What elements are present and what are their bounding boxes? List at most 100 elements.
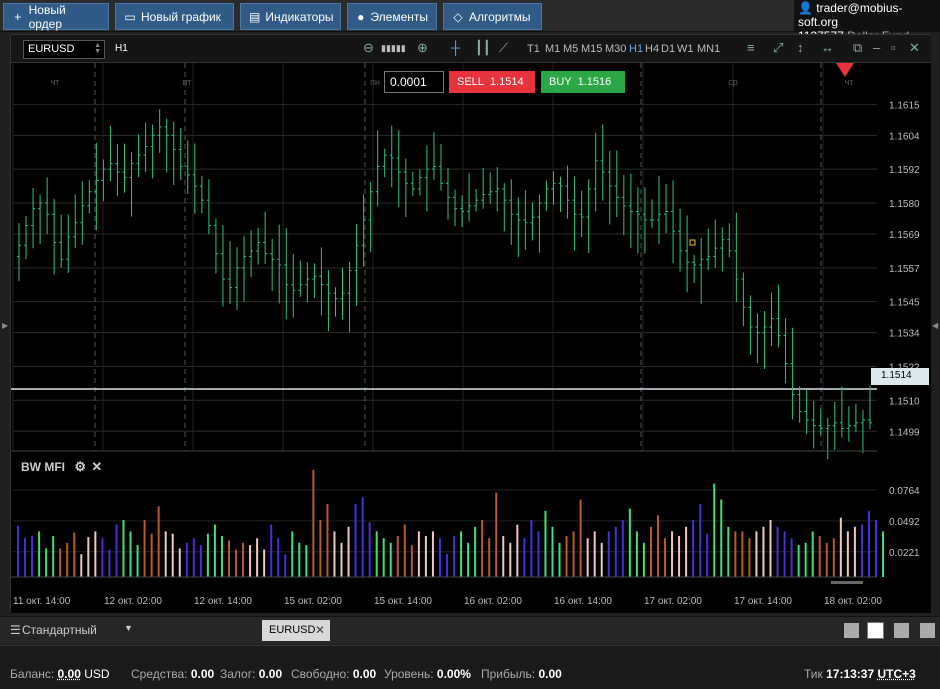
timeframe-m15[interactable]: M15 xyxy=(581,43,602,55)
timeframe-t1[interactable]: T1 xyxy=(527,43,540,55)
mfi-bar xyxy=(839,517,842,577)
mfi-bar xyxy=(220,535,223,577)
mfi-bar xyxy=(80,554,83,577)
zoom-in-icon[interactable]: ⊕ xyxy=(417,40,428,56)
bar-chart-icon[interactable]: ┼ xyxy=(451,40,460,55)
mfi-bar xyxy=(129,531,132,577)
mfi-bar xyxy=(333,531,336,577)
quantity-input[interactable]: 0.0001 xyxy=(384,71,444,93)
layout-preset-icon: ☰ xyxy=(10,623,21,637)
timeframe-m5[interactable]: M5 xyxy=(563,43,578,55)
mfi-bar xyxy=(769,520,772,577)
mfi-bar xyxy=(488,538,491,577)
indicators-button[interactable]: ▤ Индикаторы xyxy=(240,3,341,30)
mfi-bar xyxy=(291,531,294,577)
layout-columns-button[interactable] xyxy=(894,623,909,638)
candle-chart-icon[interactable]: ┃┃ xyxy=(475,40,491,56)
timeframe-h1[interactable]: H1 xyxy=(629,43,643,55)
mfi-bar xyxy=(410,545,413,577)
time-tick-label: 17 окт. 02:00 xyxy=(644,596,702,607)
indicators-icon: ▤ xyxy=(249,9,261,24)
mfi-bar xyxy=(340,542,343,577)
time-tick-label: 12 окт. 14:00 xyxy=(194,596,252,607)
layout-preset-select[interactable]: Стандартный xyxy=(22,623,97,637)
timezone-select[interactable]: UTC+3 xyxy=(878,667,916,681)
new-chart-button[interactable]: ▭ Новый график xyxy=(115,3,234,30)
price-tick-label: 1.1557 xyxy=(889,264,920,275)
layout-single-button[interactable] xyxy=(844,623,859,638)
close-tab-icon[interactable]: ✕ xyxy=(315,623,325,637)
mfi-bar xyxy=(150,533,153,577)
mfi-bar xyxy=(882,531,885,577)
mfi-bar xyxy=(312,469,315,577)
chevron-down-icon[interactable]: ▼ xyxy=(124,623,133,633)
mfi-bar xyxy=(192,538,195,577)
account-footer: Баланс: 0.00 USD Средства: 0.00 Залог: 0… xyxy=(0,645,940,689)
day-label: пт xyxy=(183,77,192,87)
mfi-bar xyxy=(270,524,273,577)
time-tick-label: 17 окт. 14:00 xyxy=(734,596,792,607)
buy-button[interactable]: BUY 1.1516 xyxy=(541,71,625,93)
zoom-out-icon[interactable]: ⊖ xyxy=(363,40,374,56)
new-order-button[interactable]: + Новый ордер xyxy=(3,3,109,31)
mfi-bar xyxy=(614,526,617,577)
close-icon[interactable]: ✕ xyxy=(909,40,920,56)
timeframe-d1[interactable]: D1 xyxy=(661,43,675,55)
price-tick-label: 1.1499 xyxy=(889,427,920,438)
timeframe-m1[interactable]: M1 xyxy=(545,43,560,55)
workspace-bar: ☰ Стандартный ▼ EURUSD ✕ xyxy=(0,616,940,644)
timeframe-mn1[interactable]: MN1 xyxy=(697,43,720,55)
mfi-bar xyxy=(73,532,76,577)
free-margin: Свободно: 0.00 xyxy=(291,667,377,681)
mfi-bar xyxy=(523,538,526,577)
chart-header: EURUSD ▲ ▼ H1 ⊖ ▮▮▮▮▮ ⊕ ┼ ┃┃ ⟋ T1 M1 M5 M15 M… xyxy=(11,35,931,63)
mfi-bar xyxy=(713,483,716,577)
vertical-line-icon[interactable]: ↕ xyxy=(797,40,804,55)
layout-grid-button[interactable] xyxy=(867,622,884,639)
layout-rows-button[interactable] xyxy=(920,623,935,638)
timeframe-m30[interactable]: M30 xyxy=(605,43,626,55)
line-chart-icon[interactable]: ⟋ xyxy=(499,40,508,56)
mfi-bar xyxy=(783,531,786,577)
mfi-bar xyxy=(101,538,104,577)
timeframe-w1[interactable]: W1 xyxy=(677,43,694,55)
trendline-icon[interactable]: ⤢ xyxy=(773,40,783,56)
mfi-bar xyxy=(115,524,118,577)
symbol-select[interactable]: EURUSD ▲ ▼ xyxy=(23,40,105,59)
mfi-bar xyxy=(263,549,266,577)
close-indicator-icon[interactable]: ✕ xyxy=(91,459,102,474)
mfi-bar xyxy=(755,531,758,577)
gear-icon[interactable]: ⚙ xyxy=(74,459,86,474)
minimize-icon[interactable]: – xyxy=(873,40,880,55)
detach-icon[interactable]: ⧉ xyxy=(853,40,862,56)
timeframe-h4[interactable]: H4 xyxy=(645,43,659,55)
indicator-tick-label: 0.0764 xyxy=(889,486,920,497)
left-arrow-icon[interactable]: ▶ xyxy=(2,321,8,330)
margin: Залог: 0.00 xyxy=(220,667,283,681)
maximize-icon[interactable]: ▫ xyxy=(891,40,896,55)
mfi-bar xyxy=(403,524,406,577)
tab-eurusd[interactable]: EURUSD ✕ xyxy=(262,620,330,641)
mfi-bar xyxy=(727,526,730,577)
elements-button[interactable]: ● Элементы xyxy=(347,3,437,30)
mfi-bar xyxy=(256,538,259,577)
mfi-bar xyxy=(45,548,48,577)
mfi-bar xyxy=(628,508,631,577)
indicator-label: BW MFI ⚙ ✕ xyxy=(21,459,103,474)
mfi-bar xyxy=(87,537,90,577)
mfi-bar xyxy=(551,526,554,577)
mfi-bar xyxy=(199,545,202,577)
time-tick-label: 15 окт. 14:00 xyxy=(374,596,432,607)
right-arrow-icon[interactable]: ◀ xyxy=(932,321,938,330)
account-panel[interactable]: 👤 trader@mobius-soft.org 1137577 Dollar … xyxy=(794,0,940,43)
price-chart[interactable]: 1.1615 1.1604 1.1592 1.1580 1.1569 1.1557 1.15… xyxy=(11,63,931,613)
mfi-bar xyxy=(790,538,793,577)
algorithms-button[interactable]: ◇ Алгоритмы xyxy=(443,3,542,30)
mfi-bar xyxy=(699,504,702,577)
drawing-tools-icon[interactable]: ≡ xyxy=(747,40,755,55)
current-price-label: 1.1514 xyxy=(871,368,929,385)
horizontal-line-icon[interactable]: ↔ xyxy=(821,40,834,55)
mfi-bar xyxy=(579,499,582,577)
zoom-slider[interactable]: ▮▮▮▮▮ xyxy=(381,43,406,54)
sell-button[interactable]: SELL 1.1514 xyxy=(449,71,535,93)
